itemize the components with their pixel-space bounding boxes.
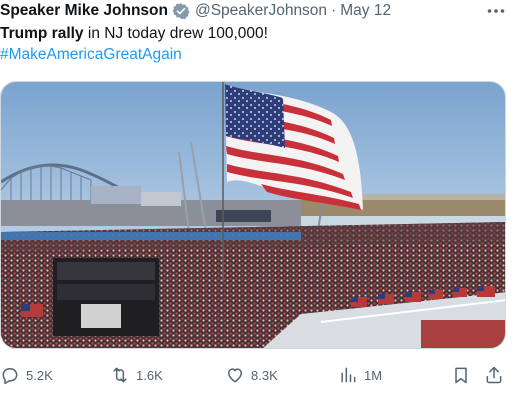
repost-count: 1.6K (136, 367, 163, 383)
like-button[interactable]: 8.3K (225, 362, 278, 388)
rally-photo (1, 82, 505, 348)
bookmark-icon (455, 367, 467, 384)
tweet-actions: 5.2K 1.6K 8.3K 1M (0, 362, 520, 388)
share-icon (486, 366, 502, 384)
author-name[interactable]: Speaker Mike Johnson (0, 1, 168, 21)
author-handle[interactable]: @SpeakerJohnson (195, 1, 327, 21)
reply-icon (2, 368, 18, 385)
views-icon (341, 367, 356, 383)
hashtag-link[interactable]: #MakeAmericaGreatAgain (0, 44, 510, 65)
tweet-text: Trump rally in NJ today drew 100,000! #M… (0, 23, 510, 65)
share-button[interactable] (484, 362, 504, 388)
tweet-text-bold: Trump rally (0, 25, 84, 42)
separator-dot: · (331, 2, 337, 19)
tweet-date[interactable]: May 12 (340, 1, 391, 21)
like-count: 8.3K (251, 367, 278, 383)
repost-icon (113, 367, 127, 383)
verified-badge-icon (172, 3, 190, 20)
bookmark-button[interactable] (451, 362, 471, 388)
tweet-header: Speaker Mike Johnson @SpeakerJohnson · M… (0, 1, 520, 21)
tweet[interactable]: Speaker Mike Johnson @SpeakerJohnson · M… (0, 0, 520, 403)
tweet-photo[interactable] (0, 81, 506, 349)
more-icon[interactable] (486, 1, 506, 21)
repost-button[interactable]: 1.6K (110, 362, 163, 388)
tweet-text-rest: in NJ today drew 100,000! (83, 25, 268, 42)
views-button[interactable]: 1M (338, 362, 382, 388)
reply-count: 5.2K (26, 367, 53, 383)
views-count: 1M (364, 367, 383, 383)
reply-button[interactable]: 5.2K (0, 362, 53, 388)
heart-icon (228, 368, 242, 383)
